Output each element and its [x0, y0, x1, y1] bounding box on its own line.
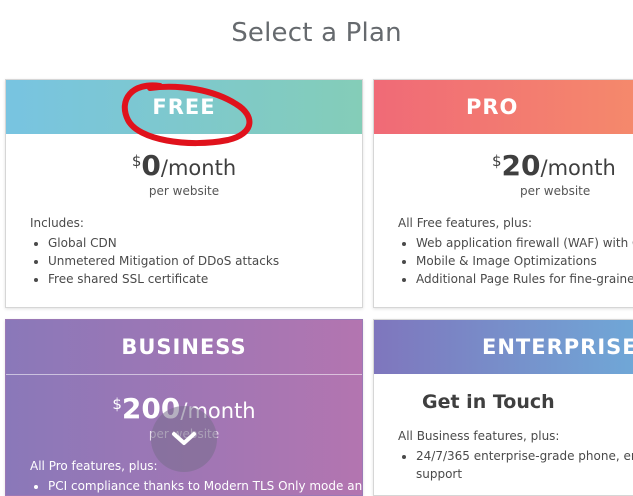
plan-name-business: BUSINESS	[6, 320, 362, 375]
includes-label: All Business features, plus:	[398, 429, 560, 443]
feature-item: Free shared SSL certificate	[48, 272, 362, 286]
price-pro: $20/month	[374, 152, 633, 180]
currency-symbol: $	[131, 152, 142, 170]
currency-symbol: $	[492, 152, 502, 170]
feature-list: 24/7/365 enterprise-grade phone, ema sup…	[374, 449, 633, 481]
feature-list: Global CDN Unmetered Mitigation of DDoS …	[6, 236, 362, 286]
price-sub: per website	[148, 184, 220, 198]
page-title: Select a Plan	[231, 18, 402, 48]
chevron-down-icon	[172, 432, 196, 445]
feature-item: Mobile & Image Optimizations	[416, 254, 633, 268]
feature-item: Web application firewall (WAF) with Clo	[416, 236, 633, 250]
currency-symbol: $	[112, 395, 122, 413]
feature-item: Global CDN	[48, 236, 362, 250]
plan-name-pro: PRO	[374, 80, 633, 134]
plan-name-free: FREE	[6, 80, 362, 134]
feature-item: Unmetered Mitigation of DDoS attacks	[48, 254, 362, 268]
feature-list: PCI compliance thanks to Modern TLS Only…	[6, 479, 362, 493]
scroll-down-button[interactable]	[151, 406, 217, 472]
feature-list: Web application firewall (WAF) with Clo …	[374, 236, 633, 286]
plan-name-enterprise: ENTERPRISE	[374, 320, 633, 374]
plan-card-pro[interactable]: PRO $20/month per website All Free featu…	[373, 79, 633, 308]
price-period: /month	[160, 156, 237, 180]
includes-label: All Free features, plus:	[398, 216, 533, 230]
get-in-touch-heading: Get in Touch	[422, 391, 555, 413]
feature-item: support	[416, 467, 463, 481]
price-free: $0/month	[6, 152, 362, 180]
feature-item: PCI compliance thanks to Modern TLS Only…	[48, 479, 362, 493]
feature-item: Additional Page Rules for fine-grained c…	[416, 272, 633, 286]
price-period: /month	[540, 156, 616, 180]
includes-label: Includes:	[30, 216, 84, 230]
price-sub: per website	[520, 184, 591, 198]
feature-item: 24/7/365 enterprise-grade phone, ema	[416, 449, 633, 463]
price-amount: 0	[141, 149, 161, 182]
plan-card-enterprise[interactable]: ENTERPRISE Get in Touch All Business fea…	[373, 319, 633, 496]
price-amount: 20	[501, 149, 541, 182]
plan-card-free[interactable]: FREE $0/month per website Includes: Glob…	[5, 79, 363, 308]
